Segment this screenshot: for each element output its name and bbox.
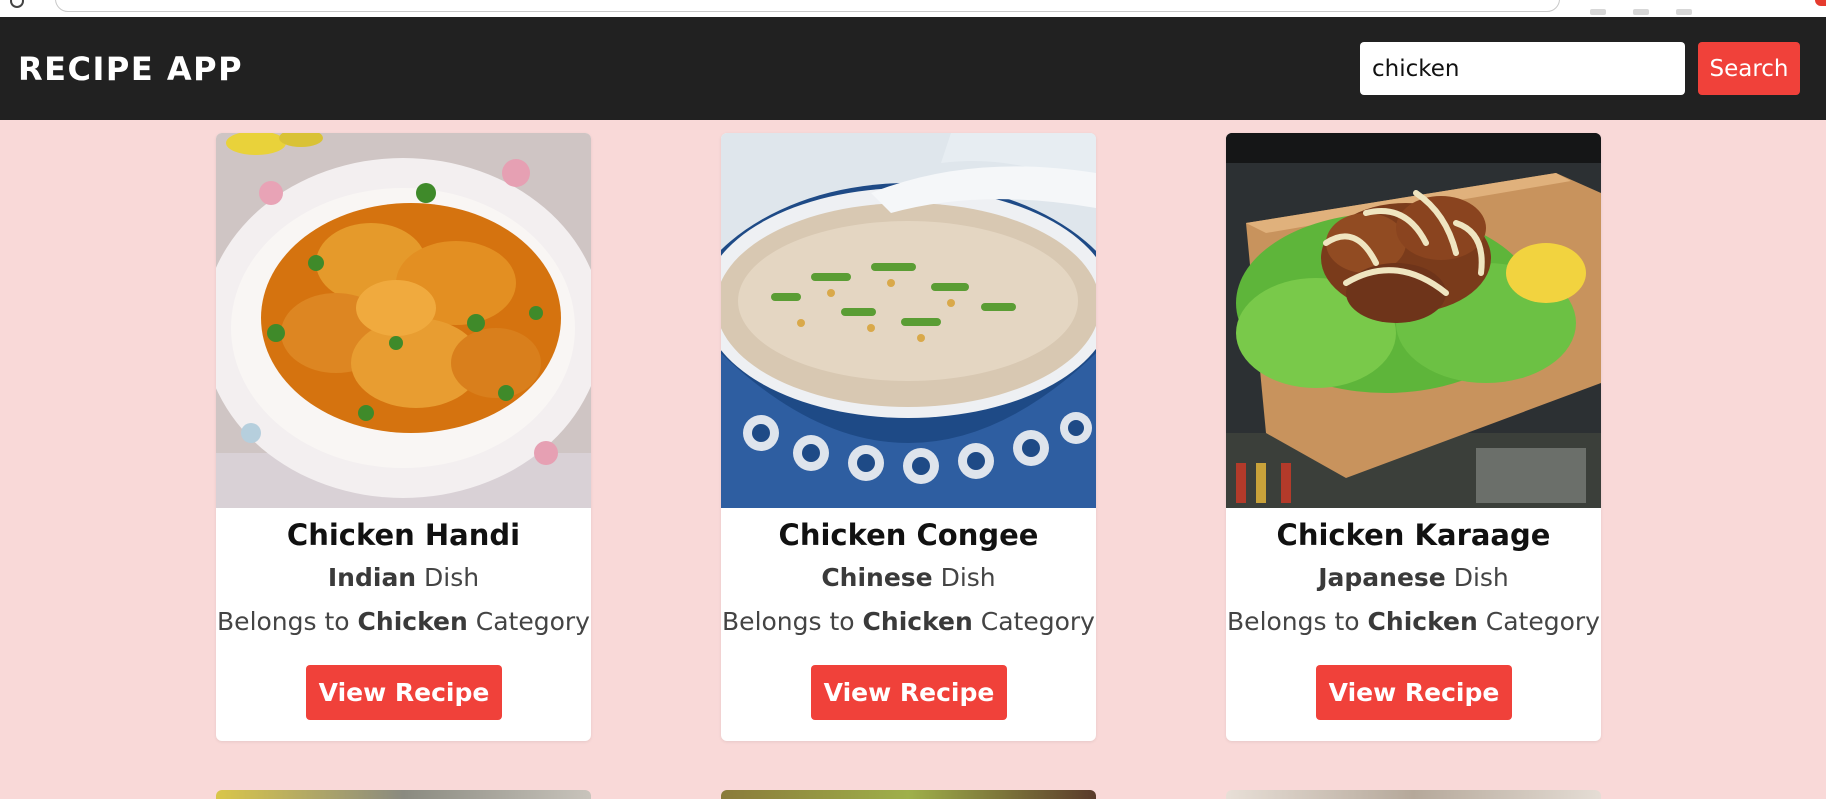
recipe-area: Indian Dish bbox=[216, 563, 591, 592]
view-recipe-button[interactable]: View Recipe bbox=[306, 665, 502, 720]
category-suffix: Category bbox=[467, 607, 590, 636]
recipe-card: Chicken Karaage Japanese Dish Belongs to… bbox=[1226, 133, 1601, 741]
recipe-card-next[interactable] bbox=[1226, 790, 1601, 799]
category-suffix: Category bbox=[1477, 607, 1600, 636]
address-bar[interactable] bbox=[55, 0, 1560, 12]
category-prefix: Belongs to bbox=[1227, 607, 1368, 636]
area-name: Indian bbox=[327, 563, 417, 592]
category-prefix: Belongs to bbox=[722, 607, 863, 636]
search-input[interactable] bbox=[1360, 42, 1685, 95]
view-recipe-button[interactable]: View Recipe bbox=[811, 665, 1007, 720]
recipe-card-next[interactable] bbox=[721, 790, 1096, 799]
category-suffix: Category bbox=[972, 607, 1095, 636]
area-suffix: Dish bbox=[932, 563, 996, 592]
browser-chrome bbox=[0, 0, 1826, 17]
recipe-name: Chicken Congee bbox=[778, 518, 1039, 552]
recipe-category: Belongs to Chicken Category bbox=[1226, 607, 1601, 636]
karaage-board-photo bbox=[1226, 133, 1601, 508]
category-prefix: Belongs to bbox=[217, 607, 358, 636]
category-name: Chicken bbox=[1367, 607, 1478, 636]
extension-icon[interactable] bbox=[1590, 9, 1606, 15]
browser-badge-icon[interactable] bbox=[1815, 0, 1826, 6]
area-suffix: Dish bbox=[1445, 563, 1509, 592]
menu-icon[interactable] bbox=[1676, 9, 1693, 15]
recipe-card: Chicken Handi Indian Dish Belongs to Chi… bbox=[216, 133, 591, 741]
recipe-area: Japanese Dish bbox=[1226, 563, 1601, 592]
category-name: Chicken bbox=[357, 607, 468, 636]
congee-bowl-photo bbox=[721, 133, 1096, 508]
category-name: Chicken bbox=[862, 607, 973, 636]
recipe-area: Chinese Dish bbox=[721, 563, 1096, 592]
recipe-category: Belongs to Chicken Category bbox=[216, 607, 591, 636]
search-button[interactable]: Search bbox=[1698, 42, 1800, 95]
view-recipe-button[interactable]: View Recipe bbox=[1316, 665, 1512, 720]
browser-toolbar-icons bbox=[1590, 0, 1740, 15]
area-suffix: Dish bbox=[416, 563, 480, 592]
recipe-card-next[interactable] bbox=[216, 790, 591, 799]
recipe-name: Chicken Handi bbox=[286, 518, 521, 552]
recipe-name: Chicken Karaage bbox=[1276, 518, 1551, 552]
app-title: RECIPE APP bbox=[18, 50, 244, 88]
site-info-icon[interactable] bbox=[10, 0, 24, 8]
recipe-card: Chicken Congee Chinese Dish Belongs to C… bbox=[721, 133, 1096, 741]
app-header: RECIPE APP Search bbox=[0, 17, 1826, 120]
profile-icon[interactable] bbox=[1633, 9, 1650, 15]
area-name: Chinese bbox=[821, 563, 933, 592]
area-name: Japanese bbox=[1318, 563, 1446, 592]
recipe-category: Belongs to Chicken Category bbox=[721, 607, 1096, 636]
chicken-curry-photo bbox=[216, 133, 591, 508]
